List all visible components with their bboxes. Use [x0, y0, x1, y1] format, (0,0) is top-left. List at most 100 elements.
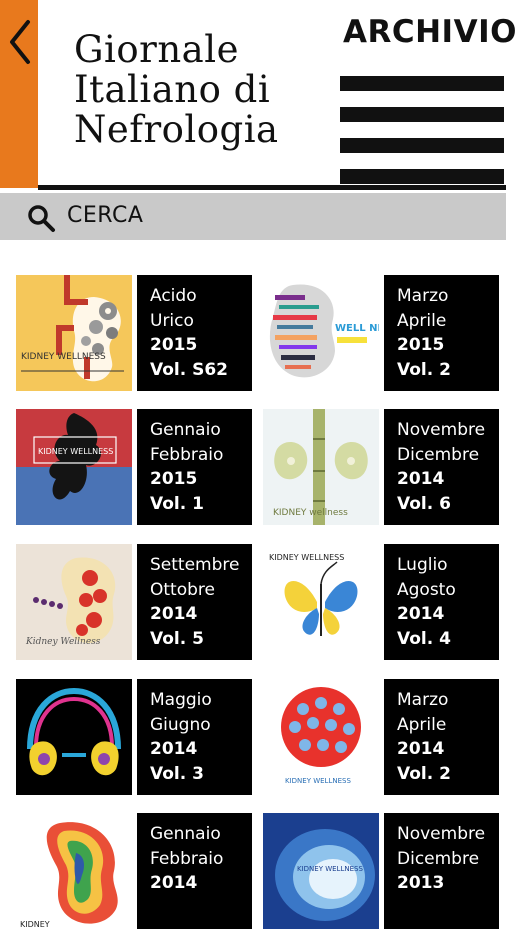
issue-cover: KIDNEY WELLNESS: [16, 409, 132, 525]
issue-year: 2014: [397, 469, 445, 489]
issue-card[interactable]: Maggio Giugno 2014 Vol. 3: [16, 679, 252, 795]
issue-cover: KIDNEY WELLNESS: [263, 813, 379, 929]
red-circle-dots-icon: KIDNEY WELLNESS: [263, 679, 379, 795]
ink-splash-icon: KIDNEY WELLNESS: [16, 409, 132, 525]
blue-swirl-icon: KIDNEY WELLNESS: [263, 813, 379, 929]
issue-year: 2015: [150, 469, 198, 489]
search-icon: [28, 205, 55, 232]
issue-cover: Kidney Wellness: [16, 544, 132, 660]
issue-info: Acido Urico 2015 Vol. S62: [137, 275, 252, 391]
chevron-left-icon: [10, 20, 30, 64]
issue-info: Marzo Aprile 2015 Vol. 2: [384, 275, 499, 391]
issue-line2: Febbraio: [150, 848, 224, 869]
journal-logo: Giornale Italiano di Nefrologia: [74, 30, 279, 150]
issue-line2: Febbraio: [150, 444, 224, 465]
menu-icon[interactable]: [340, 76, 504, 184]
issue-line1: Gennaio: [150, 824, 221, 844]
issue-card[interactable]: KIDNEY WELLNESS Novembre Dicembre 2013: [263, 813, 499, 929]
cover-text: KIDNEY WELLNESS: [285, 777, 351, 785]
app-header: Giornale Italiano di Nefrologia ARCHIVIO: [0, 0, 526, 190]
issue-cover: KIDNEY WELLNESS: [263, 679, 379, 795]
issue-line2: Agosto: [397, 579, 456, 600]
issue-info: Gennaio Febbraio 2014: [137, 813, 252, 929]
issue-cover: KIDNEY WELLNESS: [263, 544, 379, 660]
issue-line2: Urico: [150, 310, 194, 331]
issue-card[interactable]: Kidney Wellness Settembre Ottobre 2014 V…: [16, 544, 252, 660]
issue-line1: Novembre: [397, 420, 486, 440]
issue-year: 2015: [150, 335, 198, 355]
issue-cover: [16, 679, 132, 795]
issue-card[interactable]: KIDNEY WELLNESS Acido Urico 2015 Vol. S6…: [16, 275, 252, 391]
issue-line2: Dicembre: [397, 444, 480, 465]
issue-card[interactable]: WELL NESS! Marzo Aprile 2015 Vol. 2: [263, 275, 499, 391]
issue-cover: KIDNEY wellness: [263, 409, 379, 525]
journal-title-line: Giornale: [74, 28, 239, 71]
issue-card[interactable]: KIDNEY WELLNESS Luglio Agosto 2014 Vol. …: [263, 544, 499, 660]
issue-year: 2014: [150, 873, 198, 893]
word-cloud-kidney-icon: WELL NESS!: [263, 275, 379, 391]
issue-volume: Vol. 4: [397, 628, 451, 649]
issue-volume: Vol. 5: [150, 628, 204, 649]
issue-cover: WELL NESS!: [263, 275, 379, 391]
issue-card[interactable]: KIDNEY WELLNESS Gennaio Febbraio 2015 Vo…: [16, 409, 252, 525]
issue-year: 2014: [150, 604, 198, 624]
headphones-kidneys-icon: [16, 679, 132, 795]
issue-card[interactable]: KIDNEY WELLNESS Marzo Aprile 2014 Vol. 2: [263, 679, 499, 795]
issue-line1: Marzo: [397, 286, 449, 306]
issue-line2: Ottobre: [150, 579, 215, 600]
issue-year: 2014: [397, 739, 445, 759]
cover-text: KIDNEY WELLNESS: [21, 352, 106, 362]
cover-text: KIDNEY WELLNESS: [269, 553, 344, 562]
issue-card[interactable]: KIDNEY Gennaio Febbraio 2014: [16, 813, 252, 929]
bamboo-kidneys-icon: KIDNEY wellness: [263, 409, 379, 525]
issue-line1: Novembre: [397, 824, 486, 844]
issue-cover: KIDNEY WELLNESS: [16, 275, 132, 391]
issue-info: Novembre Dicembre 2014 Vol. 6: [384, 409, 499, 525]
issue-line1: Settembre: [150, 555, 240, 575]
journal-title-line: Nefrologia: [74, 108, 279, 151]
issue-info: Luglio Agosto 2014 Vol. 4: [384, 544, 499, 660]
issue-volume: Vol. 3: [150, 763, 204, 784]
butterfly-kidneys-icon: KIDNEY WELLNESS: [263, 544, 379, 660]
kidney-pipes-icon: KIDNEY WELLNESS: [16, 275, 132, 391]
psychedelic-kidney-icon: KIDNEY: [16, 813, 132, 929]
issue-cover: KIDNEY: [16, 813, 132, 929]
issue-year: 2014: [397, 604, 445, 624]
cover-text: KIDNEY WELLNESS: [38, 447, 113, 456]
issue-volume: Vol. 2: [397, 359, 451, 380]
issue-line2: Aprile: [397, 714, 447, 735]
issue-line2: Aprile: [397, 310, 447, 331]
pasta-kidney-icon: Kidney Wellness: [16, 544, 132, 660]
issue-info: Novembre Dicembre 2013: [384, 813, 499, 929]
issue-volume: Vol. 6: [397, 493, 451, 514]
issue-line1: Gennaio: [150, 420, 221, 440]
issue-line1: Maggio: [150, 690, 212, 710]
journal-title-line: Italiano di: [74, 68, 271, 111]
issue-line2: Dicembre: [397, 848, 480, 869]
search-label: CERCA: [67, 203, 144, 228]
search-bar[interactable]: CERCA: [0, 193, 506, 240]
issue-line2: Giugno: [150, 714, 211, 735]
issue-info: Maggio Giugno 2014 Vol. 3: [137, 679, 252, 795]
cover-text: WELL NESS!: [335, 323, 379, 334]
cover-text: KIDNEY: [20, 920, 50, 929]
issue-line1: Marzo: [397, 690, 449, 710]
issue-card[interactable]: KIDNEY wellness Novembre Dicembre 2014 V…: [263, 409, 499, 525]
issue-year: 2014: [150, 739, 198, 759]
issue-volume: Vol. 2: [397, 763, 451, 784]
issue-volume: Vol. 1: [150, 493, 204, 514]
issue-volume: Vol. S62: [150, 359, 229, 380]
back-button[interactable]: [0, 0, 38, 188]
issue-info: Settembre Ottobre 2014 Vol. 5: [137, 544, 252, 660]
cover-text: Kidney Wellness: [25, 637, 101, 647]
archive-label: ARCHIVIO: [343, 14, 517, 50]
header-divider: [38, 185, 506, 190]
cover-text: KIDNEY wellness: [273, 508, 348, 518]
issue-line1: Luglio: [397, 555, 448, 575]
cover-text: KIDNEY WELLNESS: [297, 865, 363, 873]
issue-year: 2013: [397, 873, 445, 893]
issue-year: 2015: [397, 335, 445, 355]
issue-info: Gennaio Febbraio 2015 Vol. 1: [137, 409, 252, 525]
issue-line1: Acido: [150, 286, 197, 306]
issue-info: Marzo Aprile 2014 Vol. 2: [384, 679, 499, 795]
